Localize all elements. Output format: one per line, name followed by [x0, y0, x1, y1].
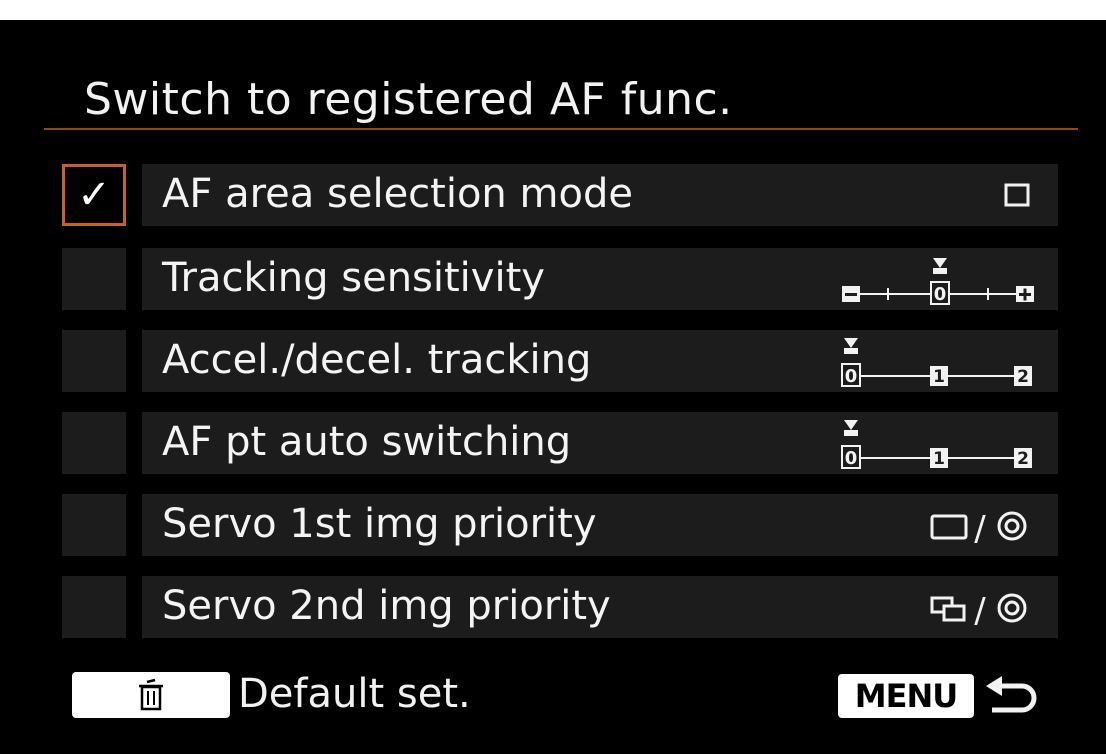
svg-text:1: 1 — [933, 449, 945, 469]
list-item-af-area-selection-mode[interactable]: ✓ AF area selection mode — [58, 160, 1058, 230]
svg-text:/: / — [974, 591, 986, 631]
checkbox-unchecked[interactable] — [62, 330, 126, 392]
svg-text:0: 0 — [845, 366, 858, 387]
list-item-af-pt-auto-switching[interactable]: AF pt auto switching 0 1 2 — [58, 408, 1058, 478]
menu-button[interactable]: MENU — [838, 674, 974, 718]
svg-text:2: 2 — [1017, 367, 1029, 387]
single-point-af-icon — [998, 164, 1038, 226]
checkbox-unchecked[interactable] — [62, 412, 126, 474]
svg-text:2: 2 — [1017, 449, 1029, 469]
list-item-servo-2nd-img-priority[interactable]: Servo 2nd img priority / — [58, 572, 1058, 642]
drive-focus-priority-icon: / — [928, 576, 1038, 638]
svg-text:1: 1 — [933, 367, 945, 387]
svg-text:0: 0 — [934, 284, 947, 305]
default-set-button[interactable] — [72, 672, 230, 718]
checkbox-unchecked[interactable] — [62, 576, 126, 638]
camera-menu-screen: Switch to registered AF func. ✓ AF area … — [0, 20, 1106, 754]
svg-text:0: 0 — [845, 448, 858, 469]
checkbox-unchecked[interactable] — [62, 248, 126, 310]
checkbox-checked[interactable]: ✓ — [62, 164, 126, 226]
three-step-scale-icon: 0 1 2 — [838, 412, 1038, 474]
list-item-tracking-sensitivity[interactable]: Tracking sensitivity 0 — [58, 244, 1058, 314]
checkmark-icon: ✓ — [77, 172, 111, 218]
footer-bar: Default set. MENU — [0, 662, 1106, 734]
page-title: Switch to registered AF func. — [84, 74, 733, 125]
list-item-servo-1st-img-priority[interactable]: Servo 1st img priority / — [58, 490, 1058, 560]
trash-icon — [139, 678, 163, 711]
item-label: Servo 1st img priority — [162, 501, 597, 547]
checkbox-unchecked[interactable] — [62, 494, 126, 556]
title-divider — [44, 128, 1078, 130]
release-focus-priority-icon: / — [928, 494, 1038, 556]
item-label: Servo 2nd img priority — [162, 583, 611, 629]
svg-text:/: / — [974, 509, 986, 549]
item-label: AF area selection mode — [162, 171, 633, 217]
item-label: Tracking sensitivity — [162, 255, 545, 301]
item-label: AF pt auto switching — [162, 419, 572, 465]
item-label: Accel./decel. tracking — [162, 337, 592, 383]
three-step-scale-icon: 0 1 2 — [838, 330, 1038, 392]
default-set-label: Default set. — [238, 671, 471, 717]
list-item-accel-decel-tracking[interactable]: Accel./decel. tracking 0 1 2 — [58, 326, 1058, 396]
return-arrow-icon[interactable] — [984, 674, 1040, 718]
tracking-sensitivity-scale-icon: 0 — [838, 248, 1038, 310]
